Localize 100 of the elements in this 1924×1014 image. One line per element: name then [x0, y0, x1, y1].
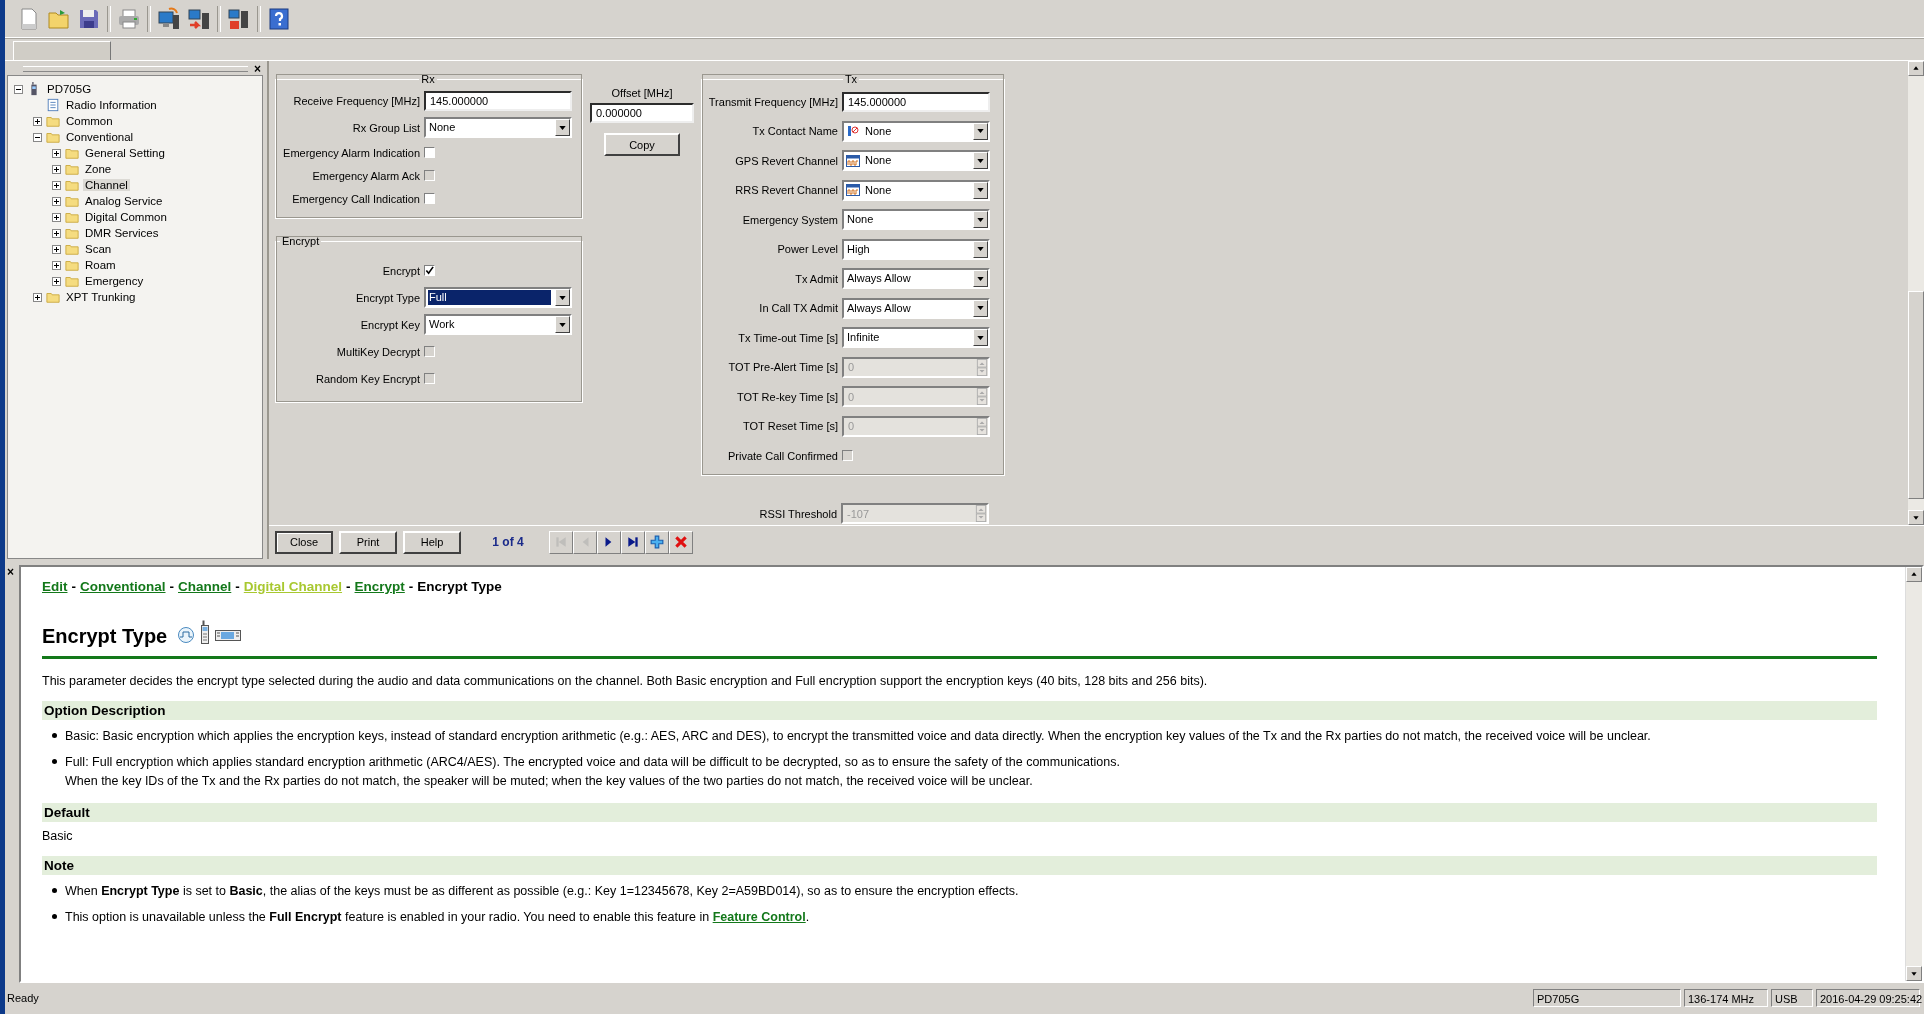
tree-item[interactable]: Conventional [64, 131, 136, 143]
folder-icon [65, 162, 79, 176]
dropdown[interactable]: None [424, 117, 572, 138]
scrollbar[interactable] [1908, 61, 1924, 525]
expander-icon[interactable] [52, 164, 61, 174]
dropdown[interactable]: None [842, 120, 990, 142]
breadcrumb-link[interactable]: Edit [42, 579, 68, 594]
dropdown[interactable]: Infinite [842, 327, 990, 349]
panel-grip[interactable] [23, 66, 248, 72]
next-record-icon[interactable] [597, 530, 621, 554]
field-label: Private Call Confirmed [726, 449, 838, 462]
delete-icon[interactable] [669, 530, 693, 554]
status-panel: PD705G [1533, 989, 1681, 1007]
dropdown[interactable]: High [842, 238, 990, 260]
expander-icon[interactable] [52, 196, 61, 206]
dropdown[interactable]: Full [424, 287, 572, 308]
breadcrumb-current: Encrypt Type [417, 579, 502, 594]
expander-icon[interactable] [52, 180, 61, 190]
dropdown[interactable]: Always Allow [842, 297, 990, 319]
expander-icon[interactable] [33, 116, 42, 126]
scroll-up-icon[interactable] [1908, 61, 1924, 76]
folder-icon [65, 178, 79, 192]
read-radio-icon[interactable] [157, 6, 181, 31]
dropdown[interactable]: None [842, 150, 990, 172]
clone-radio-icon[interactable] [227, 6, 251, 31]
add-icon[interactable] [645, 530, 669, 554]
dropdown-arrow-icon [977, 247, 984, 252]
breadcrumb-link[interactable]: Conventional [80, 579, 166, 594]
tree-item[interactable]: Zone [83, 163, 114, 175]
tree-item[interactable]: General Setting [83, 147, 167, 159]
bullet-text: Basic: Basic encryption which applies the encryption keys, instead of standard encryption arithmetic (e.g.: AES, ARC and DES), to encrypt the transmitted voice and data directly. When the encryption key values of the Tx and the Rx parties do not match, the received voice will be unclear. [65, 728, 1651, 745]
tree-item[interactable]: Scan [83, 243, 114, 255]
field-label: TOT Reset Time [s] [742, 420, 838, 433]
handheld-radio-icon [199, 620, 212, 644]
dropdown[interactable]: None [842, 209, 990, 231]
folder-icon [65, 226, 79, 240]
paragraph: Basic [42, 828, 74, 844]
help-icon[interactable] [267, 6, 291, 31]
folder-icon [65, 242, 79, 256]
dialog-button[interactable]: Close [275, 530, 333, 554]
tree-item[interactable]: Digital Common [83, 211, 169, 223]
document-icon [46, 98, 60, 112]
expander-icon[interactable] [52, 228, 61, 238]
last-record-icon[interactable] [621, 530, 645, 554]
tree-item[interactable]: Channel [83, 179, 130, 191]
breadcrumb-separator: - [71, 579, 76, 594]
field-label: Random Key Encrypt [315, 372, 420, 385]
scroll-down-icon[interactable] [1906, 966, 1922, 981]
expander-icon[interactable] [52, 260, 61, 270]
link[interactable]: Feature Control [712, 910, 806, 924]
dialog-button[interactable]: Print [339, 530, 397, 554]
expander-icon[interactable] [14, 84, 23, 94]
dropdown[interactable]: Always Allow [842, 268, 990, 290]
breadcrumb-link[interactable]: Channel [178, 579, 232, 594]
checkbox[interactable] [424, 265, 435, 276]
close-button[interactable]: × [5, 565, 16, 579]
field-label: Emergency Call Indication [291, 192, 420, 205]
field-label: Receive Frequency [MHz] [292, 94, 420, 107]
checkbox[interactable] [424, 193, 435, 204]
expander-icon[interactable] [33, 292, 42, 302]
expander-icon[interactable] [33, 132, 42, 142]
tree-item[interactable]: DMR Services [83, 227, 161, 239]
dropdown-arrow-icon [559, 125, 566, 130]
record-counter: 1 of 4 [491, 535, 525, 549]
status-panel: 2016-04-29 09:25:42 [1816, 989, 1920, 1007]
expander-icon[interactable] [52, 148, 61, 158]
section-heading: Default [42, 803, 1877, 822]
status-panel: 136-174 MHz [1684, 989, 1768, 1007]
expander-icon[interactable] [52, 212, 61, 222]
scroll-up-icon[interactable] [1906, 567, 1922, 582]
dialog-button[interactable]: Help [403, 530, 461, 554]
tree-item[interactable]: Roam [83, 259, 118, 271]
tree-item[interactable]: Emergency [83, 275, 146, 287]
tree-item[interactable]: Common [64, 115, 115, 127]
field-label: Transmit Frequency [MHz] [707, 95, 838, 108]
tree-item[interactable]: PD705G [45, 83, 94, 95]
dropdown-arrow-icon [977, 158, 984, 163]
dropdown[interactable]: None [842, 179, 990, 201]
expander-icon[interactable] [52, 244, 61, 254]
dropdown[interactable]: Work [424, 314, 572, 335]
copy-button[interactable]: Copy [604, 133, 680, 156]
text-field[interactable]: 0.000000 [590, 103, 694, 123]
write-radio-icon[interactable] [187, 6, 211, 31]
scrollbar[interactable] [1905, 567, 1922, 981]
text-field[interactable]: 145.000000 [842, 91, 990, 112]
dropdown-arrow-icon [559, 322, 566, 327]
scroll-down-icon[interactable] [1908, 510, 1924, 525]
tree-item[interactable]: Radio Information [64, 99, 159, 111]
paragraph: This parameter decides the encrypt type selected during the audio and data communications on the channel. Both Basic encryption and Full encryption support the encryption keys (40 bits, 128 bits and 256 bits). [42, 673, 1209, 689]
expander-icon[interactable] [52, 276, 61, 286]
channel-icon [846, 154, 860, 167]
print-icon[interactable] [117, 6, 141, 31]
bullet-icon [52, 888, 57, 893]
breadcrumb-link[interactable]: Encrypt [354, 579, 405, 594]
bullet-icon [52, 914, 57, 919]
tree-item[interactable]: XPT Trunking [64, 291, 138, 303]
tree-item[interactable]: Analog Service [83, 195, 165, 207]
text-field[interactable]: 145.000000 [424, 90, 572, 111]
close-button[interactable]: × [252, 63, 263, 75]
checkbox[interactable] [424, 147, 435, 158]
